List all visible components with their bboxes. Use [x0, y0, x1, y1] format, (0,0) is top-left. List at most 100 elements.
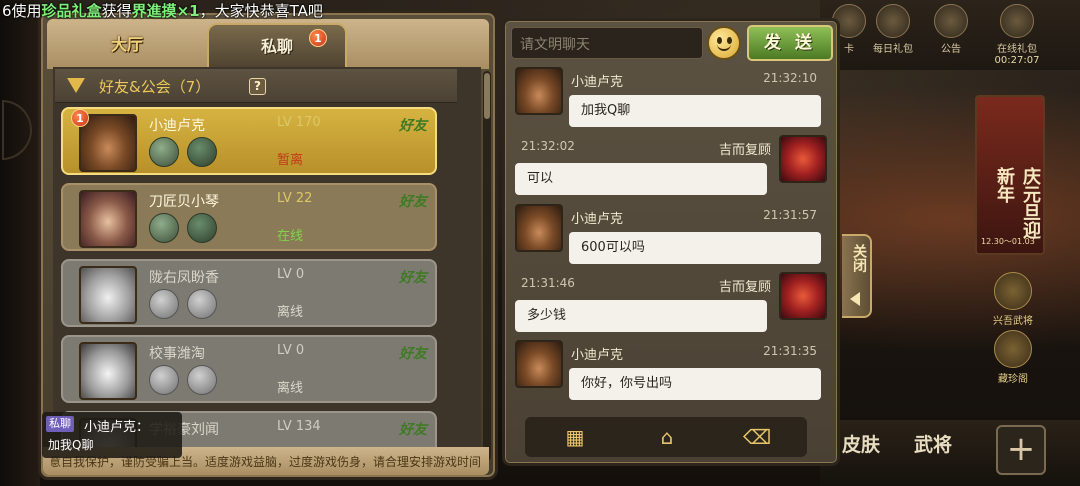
chat-message: 小迪卢克 21:31:57 600可以吗 — [511, 202, 831, 268]
treasure-icon — [994, 330, 1032, 368]
sender-avatar[interactable] — [779, 272, 827, 320]
friend-list[interactable]: 好友&公会（7） ? 1 小迪卢克 LV 170 好友 暂离 刀匠贝小琴 LV … — [53, 67, 481, 467]
event-poster[interactable]: 庆元旦迎新年 12.30～01.03 — [975, 95, 1045, 255]
message-bubble: 600可以吗 — [569, 232, 821, 264]
sender-avatar[interactable] — [515, 204, 563, 252]
recruit-icon — [994, 272, 1032, 310]
message-bubble: 你好，你号出吗 — [569, 368, 821, 400]
chat-message: 小迪卢克 21:31:35 你好，你号出吗 — [511, 338, 831, 404]
dragon-badge-icon — [187, 365, 217, 395]
friend-name: 陇右凤盼香 — [149, 270, 219, 286]
help-icon[interactable]: ? — [249, 78, 266, 95]
bottom-button-general[interactable]: 武将 — [914, 430, 952, 457]
name-card-icon[interactable]: ▦ — [555, 421, 595, 453]
delete-icon[interactable]: ⌫ — [737, 421, 777, 453]
message-time: 21:31:35 — [763, 344, 817, 358]
message-bubble: 多少钱 — [515, 300, 767, 332]
top-menu-item-notice[interactable]: 公告 — [924, 0, 978, 68]
friend-item[interactable]: 校事潍淘 LV 0 好友 离线 — [61, 335, 437, 403]
send-button[interactable]: 发 送 — [747, 25, 833, 61]
side-button-recruit[interactable]: 兴吾武将 — [985, 272, 1041, 332]
preview-sender: 小迪卢克： — [84, 420, 150, 435]
chat-message: 吉而复顾 21:31:46 多少钱 — [511, 270, 831, 336]
emoji-mouth — [717, 44, 731, 51]
friend-name: 刀匠贝小琴 — [149, 194, 219, 210]
close-label: 关闭 — [851, 244, 867, 272]
private-unread-badge: 1 — [309, 29, 327, 47]
sender-name: 小迪卢克 — [571, 348, 624, 363]
friend-status: 在线 — [277, 229, 304, 244]
sender-avatar[interactable] — [515, 340, 563, 388]
friend-panel: 大厅 私聊 1 好友&公会（7） ? 1 小迪卢克 LV 170 好友 暂离 刀… — [38, 10, 498, 480]
friend-tag: 好友 — [399, 270, 427, 286]
friend-level: LV 0 — [277, 267, 305, 282]
friend-item[interactable]: 刀匠贝小琴 LV 22 好友 在线 — [61, 183, 437, 251]
system-notice: 6使用珍品礼盒获得界進摸×1，大家快恭喜TA吧 — [0, 0, 323, 20]
sender-avatar[interactable] — [779, 135, 827, 183]
friend-item[interactable]: 陇右凤盼香 LV 0 好友 离线 — [61, 259, 437, 327]
friend-list-scrollbar[interactable] — [483, 71, 491, 461]
close-chat-tab[interactable]: 关闭 — [842, 234, 872, 318]
friend-avatar — [79, 266, 137, 324]
top-menu-item-online-gift[interactable]: 在线礼包 00:27:07 — [990, 0, 1044, 68]
rank-badge-icon — [149, 365, 179, 395]
message-bubble: 可以 — [515, 163, 767, 195]
collapse-triangle-icon — [67, 78, 85, 93]
rank-badge-icon — [149, 137, 179, 167]
notice-suffix: ，大家快恭喜TA吧 — [199, 2, 323, 20]
chat-panel: 请文明聊天 发 送 小迪卢克 21:32:10 加我Q聊 吉而复顾 21:32:… — [502, 18, 840, 466]
message-time: 21:31:57 — [763, 208, 817, 222]
friend-tag: 好友 — [399, 194, 427, 210]
emoji-eye — [717, 37, 722, 44]
gift-icon — [876, 4, 910, 38]
friend-name: 校事潍淘 — [149, 346, 205, 362]
collapse-arrow-icon — [850, 292, 860, 306]
edge-ring — [2, 100, 32, 160]
friend-tag: 好友 — [399, 422, 427, 438]
friend-level: LV 22 — [277, 191, 313, 206]
notice-mid: 获得 — [101, 2, 132, 20]
sender-avatar[interactable] — [515, 67, 563, 115]
dragon-badge-icon — [187, 289, 217, 319]
chat-input[interactable]: 请文明聊天 — [511, 27, 703, 59]
poster-dates: 12.30～01.03 — [981, 237, 1035, 246]
emoji-eye — [727, 37, 732, 44]
scroll-thumb[interactable] — [484, 73, 490, 119]
friend-level: LV 170 — [277, 115, 321, 130]
top-menu-item-daily-gift[interactable]: 每日礼包 — [866, 0, 920, 68]
online-timer: 00:27:07 — [994, 55, 1040, 66]
sender-name: 吉而复顾 — [718, 280, 771, 295]
preview-message: 加我Q聊 — [48, 438, 94, 452]
bottom-button-skin[interactable]: 皮肤 — [842, 430, 880, 457]
emoji-icon[interactable] — [707, 26, 741, 60]
friend-name: 小迪卢克 — [149, 118, 205, 134]
group-header-friends[interactable]: 好友&公会（7） ? — [55, 69, 457, 103]
chat-toolbar: ▦ ⌂ ⌫ — [525, 417, 807, 457]
friend-level: LV 0 — [277, 343, 305, 358]
friend-tag: 好友 — [399, 118, 427, 134]
chat-message: 小迪卢克 21:32:10 加我Q聊 — [511, 65, 831, 131]
message-preview[interactable]: 私聊 小迪卢克： 加我Q聊 — [42, 412, 182, 458]
friend-item[interactable]: 1 小迪卢克 LV 170 好友 暂离 — [61, 107, 437, 175]
online-gift-icon — [1000, 4, 1034, 38]
friend-avatar — [79, 114, 137, 172]
notice-icon — [934, 4, 968, 38]
sender-name: 小迪卢克 — [571, 212, 624, 227]
chat-tab-bar: 大厅 私聊 1 — [47, 19, 489, 69]
message-time: 21:32:02 — [521, 139, 575, 153]
side-button-treasure[interactable]: 藏珍阁 — [985, 330, 1041, 390]
friend-unread-badge: 1 — [71, 109, 89, 127]
rank-badge-icon — [149, 289, 179, 319]
report-icon[interactable]: ⌂ — [647, 421, 687, 453]
message-time: 21:31:46 — [521, 276, 575, 290]
dragon-badge-icon — [187, 137, 217, 167]
chat-message-list[interactable]: 小迪卢克 21:32:10 加我Q聊 吉而复顾 21:32:02 可以 小迪卢克… — [511, 65, 831, 413]
sender-name: 小迪卢克 — [571, 75, 624, 90]
message-time: 21:32:10 — [763, 71, 817, 85]
chat-message: 吉而复顾 21:32:02 可以 — [511, 133, 831, 199]
add-button[interactable]: + — [996, 425, 1046, 475]
tab-private[interactable]: 私聊 — [207, 23, 347, 69]
notice-item: 珍品礼盒 — [41, 2, 102, 20]
rank-badge-icon — [149, 213, 179, 243]
tab-hall[interactable]: 大厅 — [67, 25, 187, 65]
